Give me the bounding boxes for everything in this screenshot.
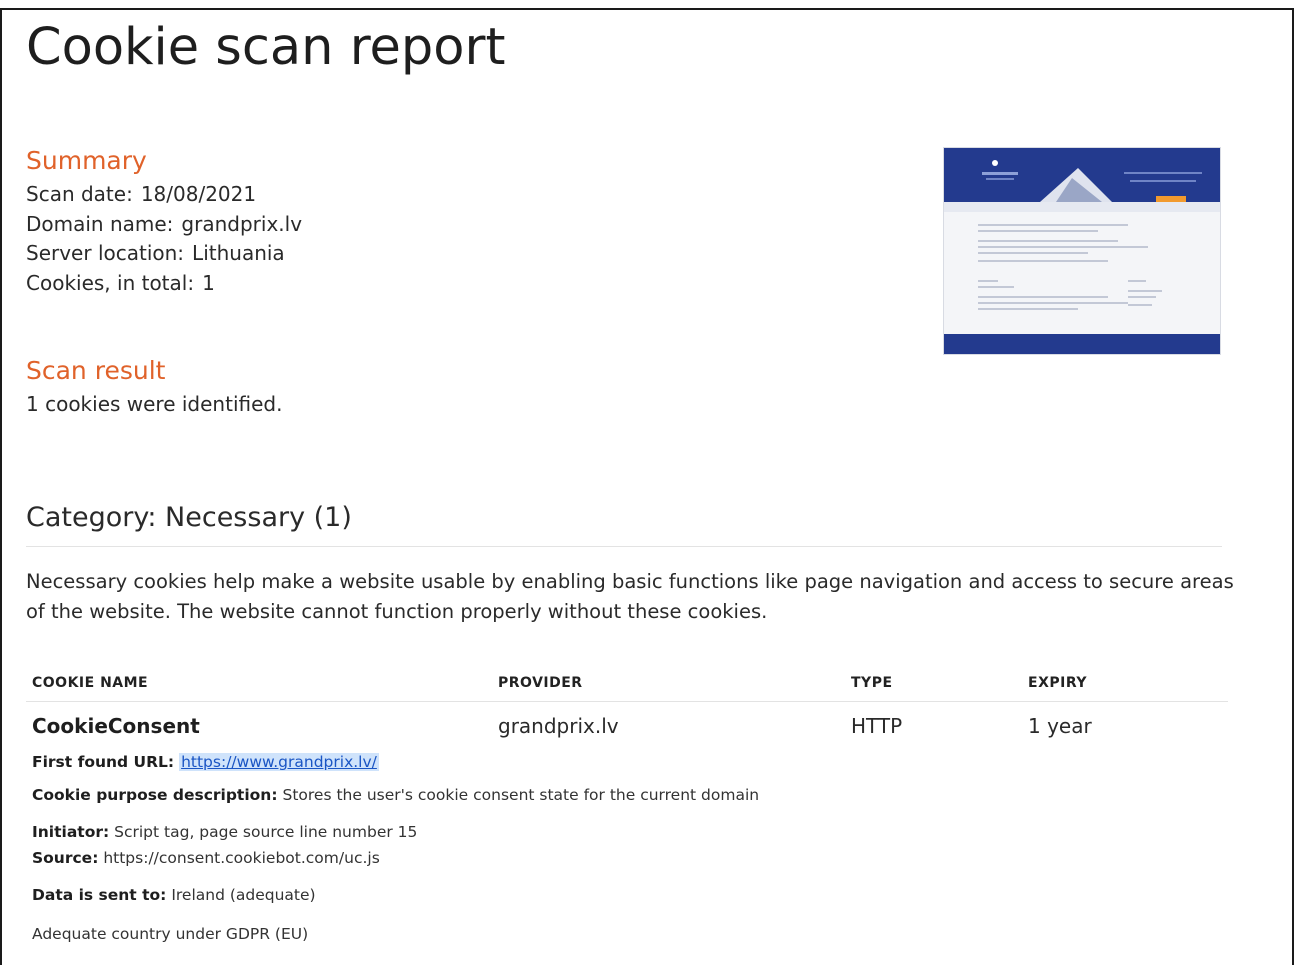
- data-sent-to-text: Ireland (adequate): [171, 886, 316, 904]
- first-found-url-link[interactable]: https://www.grandprix.lv/: [179, 753, 379, 771]
- summary-value: 1: [202, 270, 215, 295]
- initiator-label: Initiator:: [32, 823, 110, 841]
- cookie-purpose-label: Cookie purpose description:: [32, 786, 278, 804]
- column-header-provider: PROVIDER: [498, 675, 583, 691]
- thumbnail-text-line: [978, 260, 1108, 262]
- thumbnail-mountain-shadow: [1056, 178, 1102, 202]
- scan-result-text: 1 cookies were identified.: [26, 392, 283, 416]
- table-header-divider: [26, 701, 1228, 702]
- thumbnail-text-line: [978, 302, 1128, 304]
- thumbnail-text-line: [1128, 280, 1146, 282]
- data-sent-to-row: Data is sent to: Ireland (adequate): [32, 886, 316, 904]
- summary-label: Cookies, in total:: [26, 270, 195, 295]
- summary-row-scan-date: Scan date: 18/08/2021: [26, 180, 302, 210]
- adequate-country-note: Adequate country under GDPR (EU): [32, 925, 309, 943]
- thumbnail-text-line: [1128, 290, 1162, 292]
- cookie-purpose-row: Cookie purpose description: Stores the u…: [32, 786, 759, 804]
- thumbnail-logo-subtext: [986, 178, 1014, 180]
- column-header-cookie-name: COOKIE NAME: [32, 675, 149, 691]
- source-text: https://consent.cookiebot.com/uc.js: [103, 849, 380, 867]
- thumbnail-logo-text: [982, 172, 1018, 175]
- thumbnail-text-line: [978, 230, 1098, 232]
- thumbnail-text-line: [978, 308, 1078, 310]
- thumbnail-text-line: [1128, 304, 1152, 306]
- thumbnail-text-line: [978, 246, 1148, 248]
- thumbnail-logo-icon: [992, 160, 998, 166]
- initiator-row: Initiator: Script tag, page source line …: [32, 823, 417, 841]
- summary-heading: Summary: [26, 146, 147, 175]
- thumbnail-text-line: [978, 252, 1088, 254]
- website-screenshot-thumbnail: [944, 148, 1220, 354]
- data-sent-to-label: Data is sent to:: [32, 886, 167, 904]
- cookie-purpose-text: Stores the user's cookie consent state f…: [282, 786, 760, 804]
- thumbnail-text-line: [1128, 296, 1156, 298]
- thumbnail-header-text-line: [1130, 180, 1196, 182]
- summary-row-server-location: Server location: Lithuania: [26, 239, 302, 269]
- summary-value: grandprix.lv: [181, 211, 303, 236]
- cookie-expiry-cell: 1 year: [1028, 714, 1092, 738]
- first-found-url-row: First found URL: https://www.grandprix.l…: [32, 753, 379, 771]
- thumbnail-text-line: [978, 280, 998, 282]
- cookie-name-cell: CookieConsent: [32, 714, 200, 738]
- source-row: Source: https://consent.cookiebot.com/uc…: [32, 849, 380, 867]
- thumbnail-text-line: [978, 286, 1014, 288]
- summary-row-domain-name: Domain name: grandprix.lv: [26, 210, 302, 240]
- column-header-type: TYPE: [851, 675, 893, 691]
- initiator-text: Script tag, page source line number 15: [114, 823, 418, 841]
- column-header-expiry: EXPIRY: [1028, 675, 1087, 691]
- summary-label: Scan date:: [26, 182, 133, 206]
- thumbnail-header-text-line: [1124, 172, 1202, 174]
- thumbnail-text-line: [978, 296, 1108, 298]
- summary-row-cookies-total: Cookies, in total: 1: [26, 269, 302, 299]
- first-found-url-label: First found URL:: [32, 753, 175, 771]
- thumbnail-text-line: [978, 240, 1118, 242]
- summary-label: Server location:: [26, 241, 185, 265]
- thumbnail-footer: [944, 334, 1220, 354]
- category-title: Category: Necessary (1): [26, 502, 352, 533]
- category-description: Necessary cookies help make a website us…: [26, 570, 1234, 623]
- source-label: Source:: [32, 849, 99, 867]
- summary-value: 18/08/2021: [140, 182, 257, 206]
- page-title: Cookie scan report: [26, 18, 506, 77]
- thumbnail-text-line: [978, 224, 1128, 226]
- scan-result-heading: Scan result: [26, 356, 166, 385]
- summary-list: Scan date: 18/08/2021 Domain name: grandpr…: [26, 180, 302, 298]
- cookie-provider-cell: grandprix.lv: [498, 714, 619, 738]
- cookie-type-cell: HTTP: [851, 714, 903, 738]
- thumbnail-navbar: [944, 202, 1220, 212]
- summary-value: Lithuania: [192, 241, 285, 265]
- summary-label: Domain name:: [26, 211, 174, 236]
- category-divider: [26, 546, 1222, 547]
